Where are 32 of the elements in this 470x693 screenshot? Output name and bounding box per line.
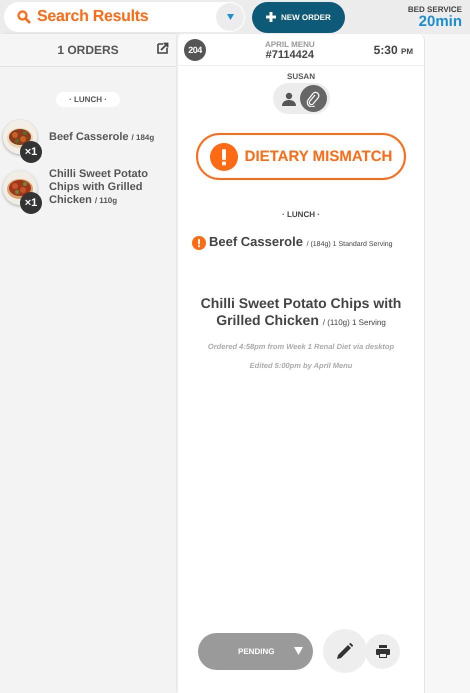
- quantity-badge: ×1: [20, 141, 42, 163]
- alert-icon: [192, 236, 206, 250]
- person-icon: [282, 92, 296, 106]
- plus-icon: [266, 12, 276, 22]
- pencil-icon: [337, 643, 353, 659]
- room-badge: 204: [184, 38, 206, 60]
- new-order-button[interactable]: NEW ORDER: [252, 2, 345, 32]
- alert-icon: [210, 142, 238, 170]
- search-icon: [17, 10, 31, 24]
- edit-button[interactable]: [323, 629, 367, 673]
- bed-service-time: 20min: [418, 14, 462, 29]
- meal-label: · LUNCH ·: [56, 92, 120, 107]
- menu-item[interactable]: Chilli Sweet Potato Chips with Grilled Chicken / 110g: [49, 168, 176, 207]
- order-item: Chilli Sweet Potato Chips with Grilled Chicken / (110g) 1 Serving: [200, 295, 402, 330]
- patient-name: SUSAN: [286, 72, 315, 81]
- menu-name: APRIL MENU: [265, 40, 315, 50]
- paperclip-icon: [306, 90, 320, 106]
- caret-icon: [226, 14, 234, 20]
- caret-icon: [294, 647, 303, 655]
- printer-icon: [376, 644, 390, 658]
- meal-label: · LUNCH ·: [282, 210, 320, 219]
- quantity-badge: ×1: [20, 192, 42, 214]
- menu-item[interactable]: Beef Casserole / 184g: [49, 130, 174, 144]
- search-value: Search Results: [37, 8, 150, 26]
- bed-service-label: BED SERVICE: [408, 5, 462, 14]
- print-button[interactable]: [365, 634, 400, 668]
- order-time: 5:30 PM: [374, 42, 413, 56]
- attachment-button[interactable]: [300, 85, 326, 112]
- order-number: #7114424: [266, 50, 314, 60]
- external-link-icon[interactable]: [157, 42, 169, 54]
- dropdown-button[interactable]: [216, 3, 244, 31]
- orders-count: 1 ORDERS: [57, 43, 119, 57]
